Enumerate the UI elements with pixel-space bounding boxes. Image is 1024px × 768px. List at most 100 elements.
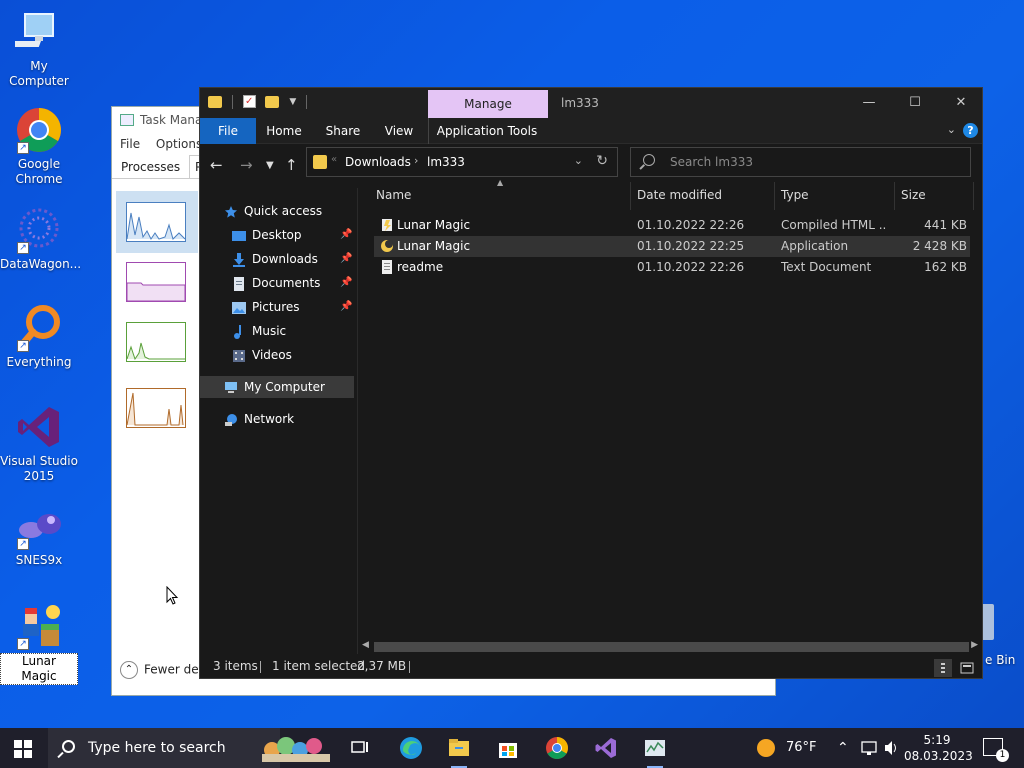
address-dropdown-icon[interactable]: ⌄ (574, 154, 583, 167)
edge-icon[interactable] (399, 736, 423, 760)
expand-ribbon-chevron-icon[interactable]: ⌄ (947, 123, 956, 136)
search-highlight-icon[interactable] (260, 734, 332, 767)
store-icon[interactable] (496, 736, 520, 760)
volume-icon[interactable] (884, 728, 900, 768)
nav-item-documents[interactable]: Documents 📌 (232, 272, 354, 294)
back-arrow-icon[interactable]: ← (210, 156, 223, 174)
file-explorer-window[interactable]: ✓ ▼ Manage lm333 — ☐ ✕ File Home Share V… (199, 87, 983, 679)
network-tray-icon[interactable] (860, 728, 878, 768)
fewer-details-button[interactable]: ⌃ Fewer det (120, 661, 203, 679)
disk-graph[interactable] (126, 322, 186, 362)
nav-item-downloads[interactable]: Downloads 📌 (232, 248, 354, 270)
show-hidden-icons-chevron-icon[interactable]: ⌃ (837, 728, 849, 768)
nav-network[interactable]: Network (224, 408, 354, 430)
help-icon[interactable]: ? (963, 123, 978, 138)
refresh-icon[interactable]: ↻ (596, 153, 608, 169)
manage-context-tab[interactable]: Manage (428, 90, 548, 118)
horizontal-scrollbar[interactable]: ◀ ▶ (358, 640, 982, 654)
breadcrumb-downloads[interactable]: Downloads (345, 155, 411, 169)
file-explorer-icon[interactable] (447, 736, 471, 768)
taskbar: Type here to search 76°F ⌃ 5:19 08.03.20… (0, 728, 1024, 768)
nav-item-pictures[interactable]: Pictures 📌 (232, 296, 354, 318)
breadcrumb-separator-icon[interactable]: › (414, 154, 418, 167)
system-clock[interactable]: 5:19 08.03.2023 (904, 732, 973, 764)
tab-share[interactable]: Share (318, 118, 368, 144)
notification-center-icon[interactable]: 1 (983, 738, 1009, 762)
column-header-date[interactable]: Date modified (637, 188, 722, 206)
cpu-graph[interactable] (126, 202, 186, 242)
column-header-size[interactable]: Size (901, 188, 926, 206)
file-row-selected[interactable]: Lunar Magic 01.10.2022 22:25 Application… (374, 236, 970, 257)
scroll-right-icon[interactable]: ▶ (971, 640, 978, 650)
status-bar: 3 items 1 item selected 2,37 MB (200, 654, 982, 678)
up-arrow-icon[interactable]: ↑ (285, 156, 298, 174)
nav-quick-access[interactable]: Quick access (224, 200, 354, 222)
minimize-icon[interactable]: — (846, 88, 892, 118)
large-icons-view-icon[interactable] (958, 659, 976, 677)
desktop-icon-my-computer[interactable]: My Computer (0, 8, 78, 89)
task-view-icon[interactable] (348, 736, 372, 760)
recent-locations-chevron-icon[interactable]: ▼ (266, 160, 274, 171)
windows-start-icon[interactable] (14, 740, 32, 758)
search-placeholder: Search lm333 (670, 155, 753, 169)
maximize-icon[interactable]: ☐ (892, 88, 938, 118)
computer-icon (12, 8, 63, 56)
weather-temperature[interactable]: 76°F (786, 728, 817, 768)
desktop-icon-everything[interactable]: ↗ Everything (0, 304, 78, 370)
visual-studio-icon[interactable] (594, 736, 618, 760)
column-header-name[interactable]: Name (376, 188, 411, 206)
tab-processes[interactable]: Processes (116, 156, 185, 178)
desktop-icon-chrome[interactable]: ↗ Google Chrome (0, 106, 78, 187)
column-divider[interactable] (774, 182, 775, 210)
taskbar-search-box[interactable]: Type here to search (48, 728, 280, 768)
details-view-icon[interactable] (934, 659, 952, 677)
close-icon[interactable]: ✕ (938, 88, 984, 118)
nav-item-music[interactable]: Music (232, 320, 354, 342)
search-box[interactable]: Search lm333 (630, 147, 971, 177)
tab-application-tools[interactable]: Application Tools (432, 118, 542, 144)
column-divider[interactable] (973, 182, 974, 210)
file-row[interactable]: Lunar Magic 01.10.2022 22:26 Compiled HT… (374, 215, 970, 236)
address-bar[interactable]: « Downloads › lm333 ⌄ ↻ (306, 147, 618, 177)
nav-my-computer[interactable]: My Computer (200, 376, 354, 398)
column-divider[interactable] (894, 182, 895, 210)
customize-toolbar-dropdown-icon[interactable]: ▼ (289, 97, 296, 107)
nav-item-desktop[interactable]: Desktop 📌 (232, 224, 354, 246)
menu-options[interactable]: Options (156, 137, 202, 151)
scroll-left-icon[interactable]: ◀ (362, 640, 369, 650)
properties-icon[interactable]: ✓ (242, 95, 256, 108)
chrome-icon[interactable] (545, 736, 569, 760)
column-header-type[interactable]: Type (781, 188, 809, 206)
taskbar-search-placeholder: Type here to search (88, 740, 226, 756)
desktop-icon-label: SNES9x (15, 553, 63, 567)
desktop-icon-snes9x[interactable]: ↗ SNES9x (0, 502, 78, 568)
downloads-arrow-icon (232, 252, 246, 267)
breadcrumb-overflow-icon[interactable]: « (331, 154, 337, 165)
new-folder-icon[interactable] (265, 95, 280, 108)
column-divider[interactable] (630, 182, 631, 210)
tab-file[interactable]: File (200, 118, 256, 144)
desktop-icon-lunar-magic[interactable]: ↗ Lunar Magic (0, 602, 78, 685)
file-list: ▲ Name Date modified Type Size Lunar Mag… (358, 178, 982, 654)
nav-item-videos[interactable]: Videos (232, 344, 354, 366)
network-graph[interactable] (126, 388, 186, 428)
folder-icon (208, 95, 222, 108)
tab-home[interactable]: Home (258, 118, 310, 144)
pictures-icon (232, 300, 246, 314)
explorer-titlebar[interactable]: ✓ ▼ Manage lm333 — ☐ ✕ (200, 88, 982, 118)
everything-search-icon: ↗ (15, 304, 63, 352)
scrollbar-thumb[interactable] (374, 642, 969, 652)
desktop-icon-visual-studio[interactable]: Visual Studio 2015 (0, 403, 78, 484)
menu-file[interactable]: File (120, 137, 140, 151)
forward-arrow-icon[interactable]: → (240, 156, 253, 174)
file-row[interactable]: readme 01.10.2022 22:26 Text Document 16… (374, 257, 970, 278)
memory-graph[interactable] (126, 262, 186, 302)
task-manager-icon[interactable] (643, 736, 667, 768)
weather-sun-icon[interactable] (756, 728, 776, 768)
breadcrumb-current[interactable]: lm333 (427, 155, 465, 169)
desktop-icon-datawagon[interactable]: ↗ DataWagon... (0, 206, 81, 272)
desktop-icon-label: Visual Studio 2015 (0, 454, 78, 483)
clock-date: 08.03.2023 (904, 749, 973, 763)
pin-icon: 📌 (340, 253, 353, 264)
tab-view[interactable]: View (376, 118, 422, 144)
